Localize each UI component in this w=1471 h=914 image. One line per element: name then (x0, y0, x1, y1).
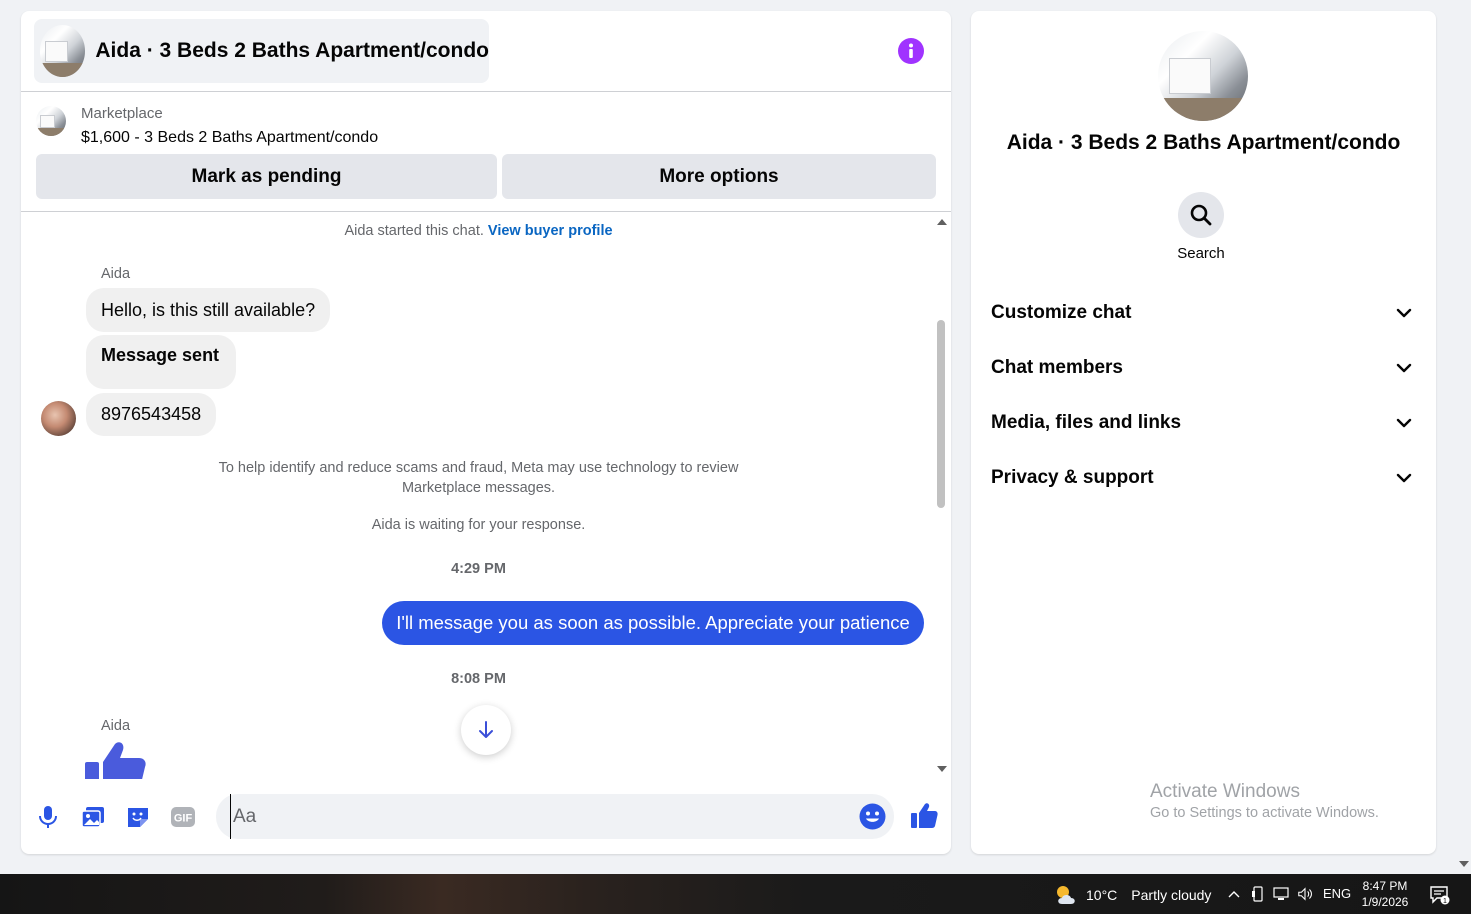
section-chat-members[interactable]: Chat members (981, 346, 1426, 390)
section-label: Privacy & support (991, 467, 1154, 488)
listing-summary: Marketplace $1,600 - 3 Beds 2 Baths Apar… (21, 92, 951, 212)
clock-date: 1/9/2026 (1361, 895, 1409, 909)
chat-panel: Aida · 3 Beds 2 Baths Apartment/condo Ma… (21, 11, 951, 854)
chevron-down-icon (1396, 308, 1412, 318)
language-indicator[interactable]: ENG (1323, 886, 1351, 901)
taskbar: 10°C Partly cloudy ENG 8:47 PM 1/9/2026 … (0, 874, 1471, 914)
chat-title-button[interactable]: Aida · 3 Beds 2 Baths Apartment/condo (34, 19, 489, 83)
section-label: Chat members (991, 357, 1123, 378)
weather-text: Partly cloudy (1131, 887, 1212, 903)
watermark-title: Activate Windows (1150, 781, 1300, 802)
scroll-down-arrow[interactable] (937, 766, 947, 772)
search-label: Search (1177, 245, 1225, 262)
chat-title: Aida · 3 Beds 2 Baths Apartment/condo (95, 39, 489, 62)
temperature: 10°C (1086, 887, 1118, 903)
page-scroll-down-arrow[interactable] (1459, 861, 1469, 867)
microphone-icon[interactable] (35, 804, 61, 830)
volume-icon[interactable] (1297, 886, 1313, 902)
chevron-down-icon (1396, 418, 1412, 428)
scam-notice: To help identify and reduce scams and fr… (218, 460, 739, 496)
activate-windows-watermark: Activate Windows Go to Settings to activ… (1150, 781, 1379, 821)
info-icon[interactable] (898, 38, 924, 64)
conversation-info-panel: Aida · 3 Beds 2 Baths Apartment/condo Se… (971, 11, 1436, 854)
timestamp: 8:08 PM (451, 671, 506, 687)
chat-started-text: Aida started this chat. (344, 223, 484, 239)
message-input-container (216, 794, 894, 839)
clock[interactable]: 8:47 PM 1/9/2026 (1357, 878, 1413, 910)
chat-started-notice: Aida started this chat. View buyer profi… (21, 221, 936, 241)
chevron-down-icon (1396, 363, 1412, 373)
arrow-down-icon (479, 721, 493, 738)
section-privacy-support[interactable]: Privacy & support (981, 456, 1426, 500)
listing-avatar (40, 25, 86, 77)
clock-time: 8:47 PM (1362, 879, 1408, 893)
incoming-message[interactable]: Hello, is this still available? (86, 288, 331, 332)
message-composer: GIF (21, 779, 951, 854)
listing-price-title[interactable]: $1,600 - 3 Beds 2 Baths Apartment/condo (81, 129, 378, 147)
chat-header: Aida · 3 Beds 2 Baths Apartment/condo (21, 11, 951, 92)
section-label: Media, files and links (991, 412, 1182, 433)
sender-name: Aida (101, 718, 131, 734)
sticker-icon[interactable] (125, 804, 151, 830)
scroll-to-bottom-button[interactable] (461, 705, 511, 755)
watermark-subtitle: Go to Settings to activate Windows. (1150, 805, 1379, 821)
chevron-up-icon[interactable] (1226, 886, 1242, 902)
incoming-message[interactable]: Message sent (86, 335, 236, 389)
listing-avatar-large[interactable] (1158, 31, 1248, 121)
more-options-button[interactable]: More options (502, 154, 936, 199)
chevron-down-icon (1396, 473, 1412, 483)
partly-cloudy-icon (1054, 884, 1078, 906)
view-buyer-profile-link[interactable]: View buyer profile (488, 223, 613, 239)
weather-widget[interactable]: 10°C Partly cloudy (1054, 884, 1211, 906)
sender-name: Aida (101, 266, 131, 282)
section-label: Customize chat (991, 302, 1132, 323)
section-media-files-links[interactable]: Media, files and links (981, 401, 1426, 445)
outgoing-message[interactable]: I'll message you as soon as possible. Ap… (382, 601, 924, 645)
listing-thumbnail[interactable] (36, 106, 66, 136)
notification-icon[interactable]: 1 (1429, 885, 1451, 905)
search-button[interactable] (1178, 192, 1224, 238)
scrollbar-thumb[interactable] (937, 320, 945, 508)
notification-count: 1 (1443, 898, 1447, 905)
timestamp: 4:29 PM (451, 561, 506, 577)
device-icon[interactable] (1250, 886, 1266, 902)
gif-icon[interactable]: GIF (170, 804, 196, 830)
listing-source: Marketplace (81, 105, 163, 122)
svg-text:GIF: GIF (174, 813, 193, 825)
photo-icon[interactable] (80, 804, 106, 830)
network-icon[interactable] (1273, 886, 1289, 902)
sender-avatar[interactable] (41, 401, 76, 436)
mark-as-pending-button[interactable]: Mark as pending (36, 154, 497, 199)
like-sticker-icon[interactable] (85, 740, 149, 779)
emoji-icon[interactable] (859, 803, 886, 830)
message-list[interactable]: Aida started this chat. View buyer profi… (21, 213, 951, 779)
like-icon[interactable] (909, 801, 939, 831)
search-icon (1190, 204, 1212, 226)
incoming-message[interactable]: 8976543458 (86, 393, 217, 436)
scroll-up-arrow[interactable] (937, 219, 947, 225)
waiting-notice: Aida is waiting for your response. (371, 517, 586, 533)
message-input[interactable] (230, 794, 840, 839)
section-customize-chat[interactable]: Customize chat (981, 291, 1426, 335)
info-title: Aida · 3 Beds 2 Baths Apartment/condo (1006, 131, 1401, 154)
